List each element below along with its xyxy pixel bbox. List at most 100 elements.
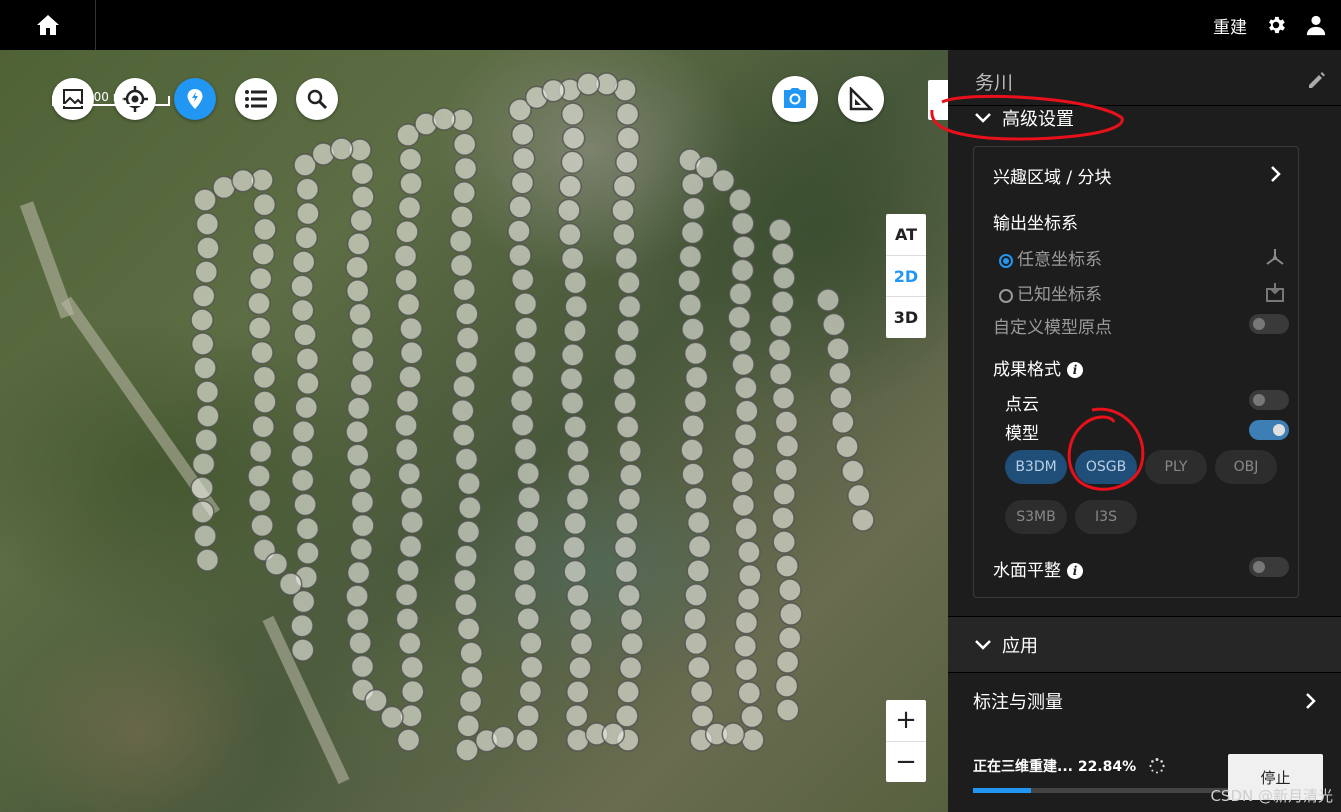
panel-collapse-tab[interactable] xyxy=(928,80,948,120)
photo-marker xyxy=(247,464,271,488)
photo-marker xyxy=(737,540,761,564)
rebuild-button[interactable]: 重建 xyxy=(1213,13,1247,38)
photo-marker xyxy=(290,274,314,298)
mode-3d-button[interactable]: 3D xyxy=(886,297,926,338)
gear-icon[interactable] xyxy=(1265,14,1287,36)
photo-marker xyxy=(771,386,796,410)
apply-header[interactable]: 应用 xyxy=(948,617,1341,673)
format-chip-i3s[interactable]: I3S xyxy=(1075,500,1137,534)
point-cloud-toggle[interactable] xyxy=(1249,390,1289,410)
user-icon[interactable] xyxy=(1305,14,1327,36)
photo-marker xyxy=(345,419,369,444)
photo-marker xyxy=(194,428,218,452)
format-chip-s3mb[interactable]: S3MB xyxy=(1005,500,1067,534)
photo-marker xyxy=(400,655,424,680)
photo-marker xyxy=(454,592,478,617)
water-flatten-row: 水面平整 i xyxy=(993,556,1083,581)
photo-marker xyxy=(732,235,756,259)
photo-marker xyxy=(398,631,422,655)
measure-button[interactable] xyxy=(838,76,884,122)
camera-button[interactable] xyxy=(772,76,818,122)
photo-marker xyxy=(515,728,539,752)
photo-marker xyxy=(519,655,544,680)
zoom-in-button[interactable]: + xyxy=(886,700,926,742)
photo-marker xyxy=(557,198,581,223)
photo-marker xyxy=(771,242,795,266)
point-cloud-label: 点云 xyxy=(1005,395,1039,415)
photo-marker xyxy=(851,508,875,532)
mode-2d-button[interactable]: 2D xyxy=(886,256,926,298)
photo-marker xyxy=(560,246,585,271)
crs-option-known[interactable]: 已知坐标系 xyxy=(999,280,1102,305)
search-button[interactable] xyxy=(296,78,338,120)
photo-marker xyxy=(558,222,582,247)
photo-marker xyxy=(295,177,320,201)
photo-marker xyxy=(398,365,422,389)
chevron-right-icon[interactable] xyxy=(1270,165,1282,183)
info-icon[interactable]: i xyxy=(1067,362,1083,378)
photo-marker xyxy=(728,329,753,353)
list-button[interactable] xyxy=(235,78,277,120)
photo-marker xyxy=(491,725,516,750)
photo-marker xyxy=(191,284,216,308)
photo-marker xyxy=(768,218,792,242)
photo-marker xyxy=(620,631,644,656)
photo-marker xyxy=(511,364,535,389)
radio-selected[interactable] xyxy=(999,254,1013,268)
photo-marker xyxy=(397,462,421,486)
photo-marker xyxy=(350,326,375,350)
format-chip-osgb[interactable]: OSGB xyxy=(1075,450,1137,484)
crs-option-arbitrary[interactable]: 任意坐标系 xyxy=(999,245,1102,270)
photo-marker xyxy=(681,414,705,438)
format-chip-b3dm[interactable]: B3DM xyxy=(1005,450,1067,484)
output-crs-label: 输出坐标系 xyxy=(993,214,1078,234)
photo-marker xyxy=(560,391,585,415)
photo-marker xyxy=(775,650,800,674)
zoom-out-button[interactable]: − xyxy=(886,742,926,783)
format-chip-obj[interactable]: OBJ xyxy=(1215,450,1277,484)
radio-unselected[interactable] xyxy=(999,289,1013,303)
photo-marker xyxy=(196,236,220,260)
photo-marker xyxy=(684,365,709,390)
photo-marker xyxy=(399,486,424,510)
custom-origin-toggle[interactable] xyxy=(1249,314,1289,334)
format-chip-ply[interactable]: PLY xyxy=(1145,450,1207,484)
model-toggle[interactable] xyxy=(1249,420,1289,440)
photo-marker xyxy=(295,347,320,371)
photo-marker xyxy=(516,704,540,728)
edit-icon[interactable] xyxy=(1307,70,1327,90)
photo-marker xyxy=(348,631,372,655)
photo-marker xyxy=(563,511,587,536)
photo-marker xyxy=(459,641,483,665)
photo-marker xyxy=(576,72,601,96)
mode-at-button[interactable]: AT xyxy=(886,214,926,256)
photo-marker xyxy=(456,714,480,738)
photo-marker xyxy=(278,572,303,596)
photo-marker xyxy=(350,161,375,186)
photo-marker xyxy=(350,490,375,514)
map-view[interactable] xyxy=(0,50,948,812)
photo-marker xyxy=(686,510,711,535)
photo-marker xyxy=(348,302,372,327)
annotation-measure-row[interactable]: 标注与测量 xyxy=(948,673,1341,729)
photo-marker xyxy=(399,171,423,196)
photo-marker xyxy=(681,317,705,341)
photo-marker xyxy=(734,516,758,541)
photo-marker xyxy=(768,362,793,386)
photo-marker xyxy=(513,534,538,558)
photo-marker xyxy=(195,548,220,572)
photo-marker xyxy=(822,312,846,337)
water-flatten-toggle[interactable] xyxy=(1249,557,1289,577)
photo-marker xyxy=(613,535,638,560)
info-icon[interactable]: i xyxy=(1067,563,1083,579)
advanced-settings-header[interactable]: 高级设置 xyxy=(948,90,1341,146)
home-button[interactable] xyxy=(0,0,96,50)
photo-marker xyxy=(777,626,802,650)
photo-marker xyxy=(294,395,318,420)
roi-label[interactable]: 兴趣区域 / 分块 xyxy=(993,163,1112,188)
photo-marker xyxy=(329,137,354,161)
photo-marker xyxy=(394,268,418,292)
photo-marker xyxy=(563,415,588,439)
marker-button[interactable] xyxy=(174,78,216,120)
photo-marker xyxy=(458,689,483,714)
